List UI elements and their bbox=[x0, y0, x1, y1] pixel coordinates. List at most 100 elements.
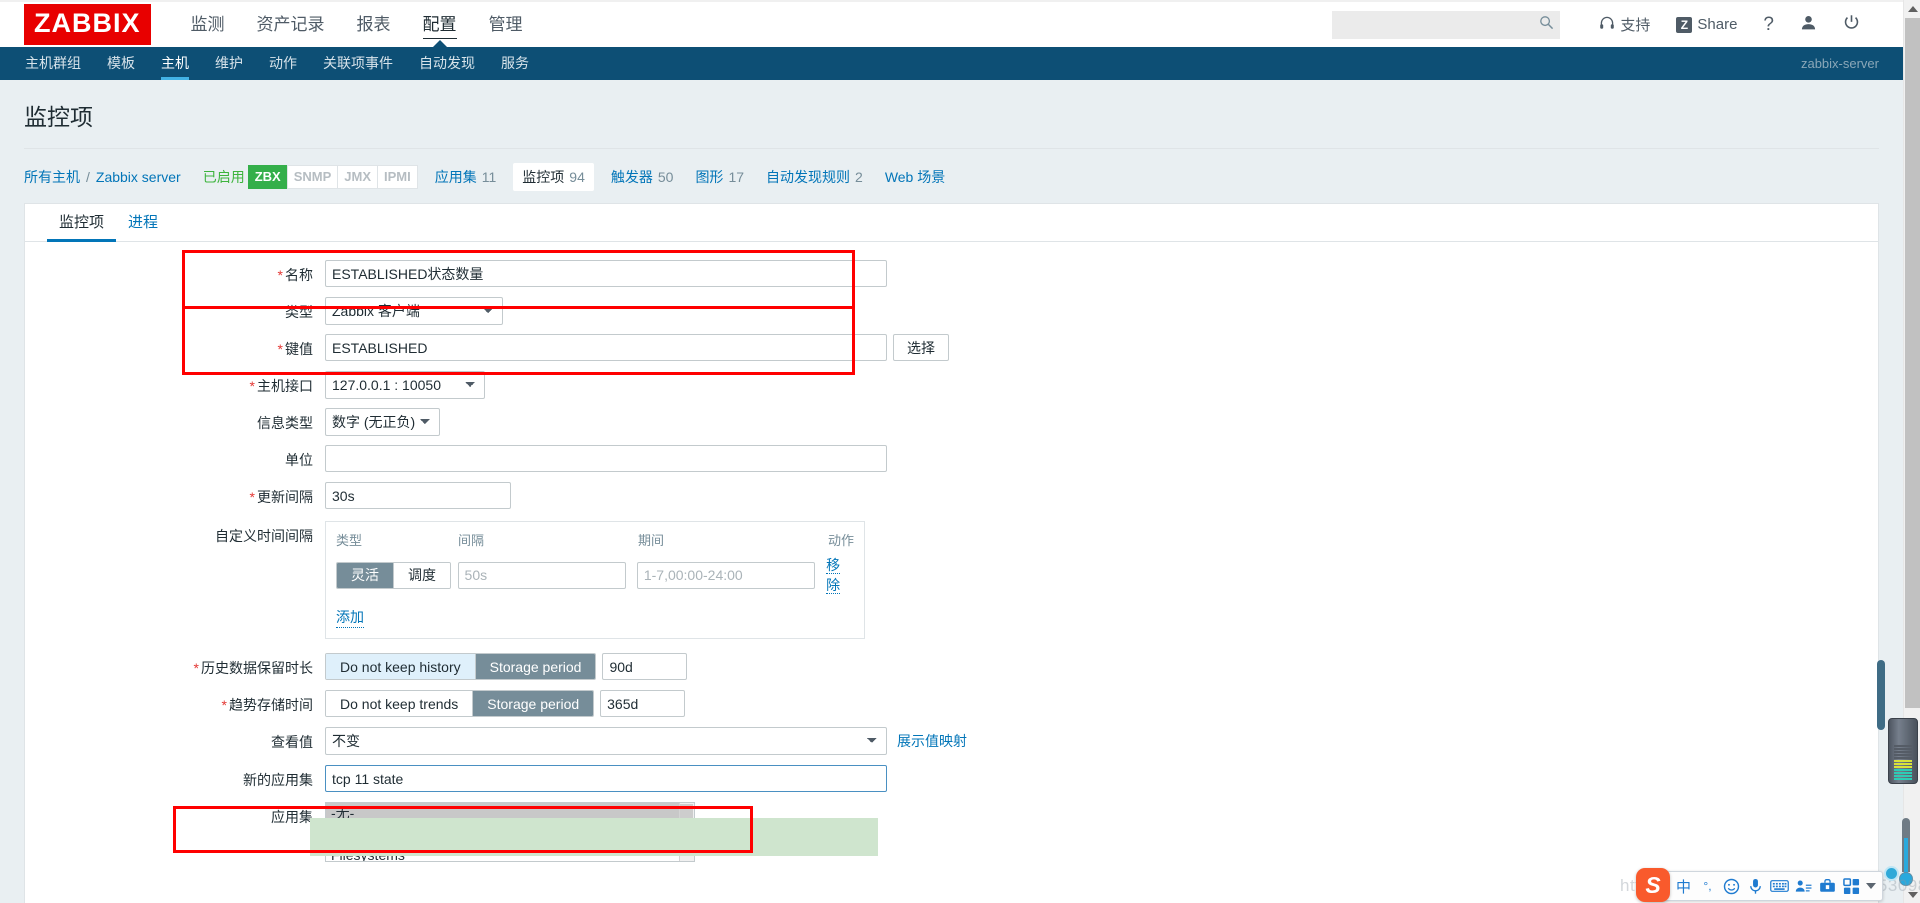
scrollbar-up-arrow[interactable] bbox=[1904, 0, 1920, 17]
breadcrumb-items-count: 94 bbox=[569, 169, 585, 185]
field-row-info-type: 信息类型 数字 (无正负) bbox=[25, 408, 1878, 436]
share-link[interactable]: Z Share bbox=[1663, 16, 1750, 33]
app-panel-icon[interactable] bbox=[1840, 875, 1863, 898]
sogou-ime-toolbar[interactable]: S 中 °, bbox=[1636, 868, 1883, 902]
update-interval-input[interactable] bbox=[325, 482, 511, 509]
history-do-not-keep-button[interactable]: Do not keep history bbox=[326, 654, 476, 679]
field-row-type: 类型 Zabbix 客户端 bbox=[25, 297, 1878, 325]
cpu-meter-gadget bbox=[1888, 718, 1918, 784]
toolbox-icon[interactable] bbox=[1816, 875, 1839, 898]
custom-intervals-header: 类型 间隔 期间 动作 bbox=[336, 530, 854, 555]
breadcrumb-web-scenarios[interactable]: Web 场景 bbox=[885, 167, 945, 187]
nav-item-administration[interactable]: 管理 bbox=[473, 1, 539, 48]
key-select-button[interactable]: 选择 bbox=[893, 334, 949, 361]
user-center-icon[interactable] bbox=[1792, 875, 1815, 898]
nav-item-reports[interactable]: 报表 bbox=[341, 1, 407, 48]
label-host-interface-text: 主机接口 bbox=[257, 378, 313, 394]
nav-item-configuration[interactable]: 配置 bbox=[407, 1, 473, 48]
breadcrumb: 所有主机 / Zabbix server 已启用 ZBX SNMP JMX IP… bbox=[24, 149, 1879, 203]
logout-link[interactable] bbox=[1830, 14, 1873, 35]
help-link[interactable]: ? bbox=[1750, 14, 1787, 36]
subnav-item-actions[interactable]: 动作 bbox=[256, 47, 310, 80]
name-input[interactable] bbox=[325, 260, 887, 287]
application-option-cpu[interactable]: CPU bbox=[326, 824, 694, 845]
interval-add-link[interactable]: 添加 bbox=[336, 607, 364, 628]
label-trends: * 趋势存储时间 bbox=[25, 690, 325, 715]
subnav-item-correlation[interactable]: 关联项事件 bbox=[310, 47, 406, 80]
protocol-zbx: ZBX bbox=[247, 165, 288, 189]
breadcrumb-graphs[interactable]: 图形 17 bbox=[695, 167, 744, 187]
required-marker: * bbox=[221, 697, 227, 713]
ime-expand-caret-icon[interactable] bbox=[1866, 883, 1876, 889]
trends-do-not-keep-button[interactable]: Do not keep trends bbox=[326, 691, 474, 716]
subnav-item-host-groups[interactable]: 主机群组 bbox=[12, 47, 94, 80]
tab-item[interactable]: 监控项 bbox=[47, 211, 117, 242]
control-units bbox=[325, 445, 887, 472]
interval-remove-link[interactable]: 移除 bbox=[826, 557, 841, 594]
breadcrumb-host[interactable]: Zabbix server bbox=[96, 169, 181, 185]
global-search[interactable] bbox=[1332, 10, 1561, 39]
sogou-logo-icon[interactable]: S bbox=[1636, 868, 1670, 902]
label-trends-text: 趋势存储时间 bbox=[229, 697, 313, 713]
history-period-input[interactable] bbox=[602, 653, 688, 680]
breadcrumb-items[interactable]: 监控项 94 bbox=[513, 163, 594, 191]
application-option-none[interactable]: -无- bbox=[326, 803, 694, 824]
breadcrumb-web-scenarios-label[interactable]: Web 场景 bbox=[885, 167, 945, 187]
breadcrumb-triggers[interactable]: 触发器 50 bbox=[611, 167, 674, 187]
voice-input-icon[interactable] bbox=[1744, 875, 1767, 898]
trends-period-input[interactable] bbox=[600, 690, 686, 717]
interval-type-flexible-button[interactable]: 灵活 bbox=[337, 562, 394, 588]
subnav-item-hosts[interactable]: 主机 bbox=[148, 47, 202, 80]
tab-preprocessing[interactable]: 进程 bbox=[116, 211, 170, 241]
interval-type-scheduling-button[interactable]: 调度 bbox=[394, 562, 450, 588]
cpu-bar bbox=[1894, 760, 1912, 762]
show-value-mappings-link[interactable]: 展示值映射 bbox=[897, 731, 967, 751]
application-option-filesystems[interactable]: Filesystems bbox=[326, 845, 694, 861]
label-history: * 历史数据保留时长 bbox=[25, 653, 325, 678]
units-input[interactable] bbox=[325, 445, 887, 472]
user-profile-link[interactable] bbox=[1787, 14, 1830, 35]
type-select[interactable]: Zabbix 客户端 bbox=[325, 297, 503, 325]
nav-item-inventory[interactable]: 资产记录 bbox=[241, 1, 341, 48]
field-row-update-interval: * 更新间隔 bbox=[25, 482, 1878, 510]
applications-listbox[interactable]: -无- CPU Filesystems bbox=[325, 802, 695, 862]
emoji-icon[interactable] bbox=[1720, 875, 1743, 898]
trends-storage-period-button[interactable]: Storage period bbox=[473, 691, 594, 716]
search-input[interactable] bbox=[1340, 16, 1540, 33]
breadcrumb-applications[interactable]: 应用集 11 bbox=[435, 167, 497, 187]
breadcrumb-triggers-label[interactable]: 触发器 bbox=[611, 167, 653, 187]
breadcrumb-discovery-rules-label[interactable]: 自动发现规则 bbox=[766, 167, 850, 187]
applications-listbox-thumb[interactable] bbox=[680, 804, 693, 834]
nav-item-configuration-label: 配置 bbox=[422, 15, 457, 34]
search-icon[interactable] bbox=[1539, 15, 1554, 35]
field-row-name: * 名称 bbox=[25, 260, 1878, 288]
subnav-item-maintenance[interactable]: 维护 bbox=[202, 47, 256, 80]
host-interface-select[interactable]: 127.0.0.1 : 10050 bbox=[325, 371, 485, 399]
breadcrumb-discovery-rules[interactable]: 自动发现规则 2 bbox=[766, 167, 863, 187]
nav-item-monitoring[interactable]: 监测 bbox=[175, 1, 241, 48]
key-input[interactable] bbox=[325, 334, 887, 361]
applications-listbox-scrollbar[interactable] bbox=[679, 803, 694, 861]
view-value-select[interactable]: 不变 bbox=[325, 727, 887, 755]
soft-keyboard-icon[interactable] bbox=[1768, 875, 1791, 898]
breadcrumb-all-hosts[interactable]: 所有主机 bbox=[24, 167, 80, 187]
scrollbar-thumb[interactable] bbox=[1905, 18, 1920, 708]
breadcrumb-applications-label[interactable]: 应用集 bbox=[435, 167, 477, 187]
content-scroll-thumb[interactable] bbox=[1877, 660, 1885, 730]
punctuation-icon[interactable]: °, bbox=[1696, 875, 1719, 898]
notification-dot[interactable] bbox=[1884, 866, 1899, 881]
interval-period-input[interactable] bbox=[636, 561, 815, 589]
breadcrumb-graphs-label[interactable]: 图形 bbox=[695, 167, 723, 187]
language-mode-icon[interactable]: 中 bbox=[1672, 875, 1695, 898]
subnav-item-templates[interactable]: 模板 bbox=[94, 47, 148, 80]
subnav-item-discovery[interactable]: 自动发现 bbox=[406, 47, 488, 80]
subnav-item-services[interactable]: 服务 bbox=[488, 47, 542, 80]
info-type-select[interactable]: 数字 (无正负) bbox=[325, 408, 440, 436]
history-storage-period-button[interactable]: Storage period bbox=[475, 654, 596, 679]
new-application-input[interactable] bbox=[325, 765, 887, 792]
zabbix-logo[interactable]: ZABBIX bbox=[24, 4, 151, 45]
interval-delay-input[interactable] bbox=[457, 561, 626, 589]
breadcrumb-items-label[interactable]: 监控项 bbox=[522, 167, 564, 187]
support-link[interactable]: 支持 bbox=[1586, 14, 1663, 35]
host-status-enabled[interactable]: 已启用 bbox=[203, 167, 245, 187]
